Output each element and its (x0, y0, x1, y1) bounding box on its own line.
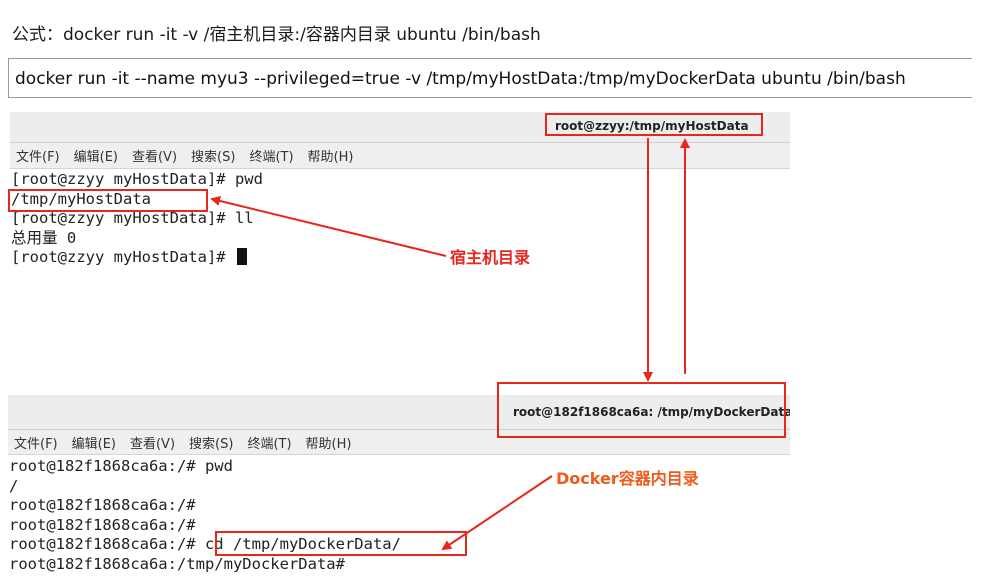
command-box: docker run -it --name myu3 --privileged=… (8, 58, 972, 98)
terminal-line: root@182f1868ca6a:/tmp/myDockerData# (9, 554, 345, 573)
menu-edit[interactable]: 编辑(E) (72, 433, 116, 452)
menu-view[interactable]: 查看(V) (130, 433, 175, 452)
host-dir-label: 宿主机目录 (450, 248, 531, 267)
host-terminal-menubar: 文件(F) 编辑(E) 查看(V) 搜索(S) 终端(T) 帮助(H) (10, 143, 790, 169)
formula-text: 公式：docker run -it -v /宿主机目录:/容器内目录 ubunt… (12, 25, 541, 45)
menu-help[interactable]: 帮助(H) (306, 433, 352, 452)
host-terminal-output[interactable]: [root@zzyy myHostData]# pwd /tmp/myHostD… (11, 170, 263, 268)
menu-search[interactable]: 搜索(S) (189, 433, 233, 452)
container-terminal-output[interactable]: root@182f1868ca6a:/# pwd / root@182f1868… (9, 457, 401, 574)
terminal-line: / (9, 476, 19, 495)
host-title-highlight (545, 113, 763, 136)
host-pwd-highlight (8, 189, 208, 212)
terminal-line: 总用量 0 (11, 228, 77, 247)
menu-file[interactable]: 文件(F) (14, 433, 58, 452)
container-dir-label: Docker容器内目录 (556, 469, 699, 488)
terminal-line: [root@zzyy myHostData]# pwd (11, 170, 263, 188)
menu-terminal[interactable]: 终端(T) (247, 433, 291, 452)
host-terminal-window: root@zzyy:/tmp/myHostData 文件(F) 编辑(E) 查看… (10, 112, 790, 384)
menu-file[interactable]: 文件(F) (16, 146, 60, 165)
terminal-cursor (236, 248, 247, 265)
terminal-prompt: [root@zzyy myHostData]# (11, 248, 235, 266)
terminal-prompt-line: [root@zzyy myHostData]# (11, 248, 263, 268)
container-cd-highlight (215, 531, 467, 556)
menu-edit[interactable]: 编辑(E) (74, 146, 118, 165)
terminal-line: root@182f1868ca6a:/# pwd (9, 457, 233, 475)
menu-search[interactable]: 搜索(S) (191, 146, 235, 165)
menu-terminal[interactable]: 终端(T) (249, 146, 293, 165)
menu-help[interactable]: 帮助(H) (308, 146, 354, 165)
container-title-highlight (497, 382, 786, 438)
menu-view[interactable]: 查看(V) (132, 146, 177, 165)
terminal-line: root@182f1868ca6a:/# (9, 496, 196, 514)
